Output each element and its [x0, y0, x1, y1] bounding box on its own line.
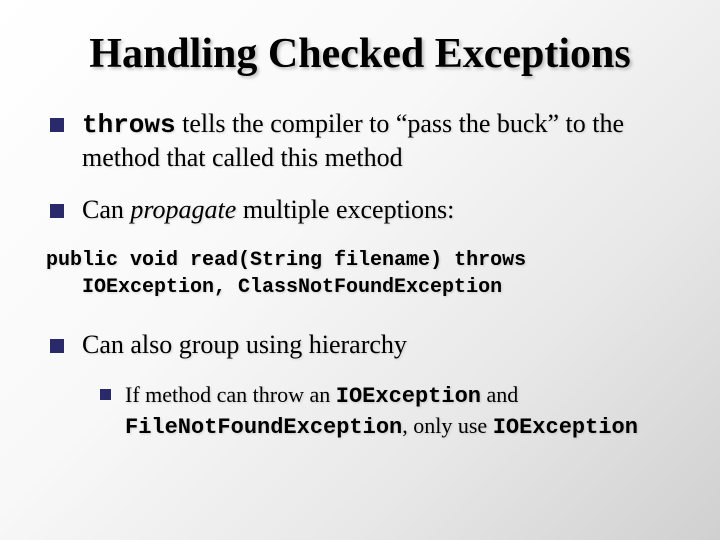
bullet-2: Can propagate multiple exceptions:	[50, 194, 680, 227]
slide: Handling Checked Exceptions throws tells…	[0, 0, 720, 540]
square-bullet-icon	[50, 204, 64, 218]
square-bullet-icon	[100, 389, 111, 400]
bullet-3: Can also group using hierarchy	[50, 329, 680, 362]
square-bullet-icon	[50, 118, 64, 132]
bullet-1: throws tells the compiler to “pass the b…	[50, 108, 680, 174]
bullet-2-em: propagate	[130, 195, 236, 224]
sub-mid: and	[481, 382, 518, 407]
sub-code-2: FileNotFoundException	[125, 415, 402, 440]
sub-pre: If method can throw an	[125, 382, 336, 407]
code-throws: throws	[82, 110, 176, 140]
code-block: public void read(String filename) throws…	[46, 247, 680, 301]
bullet-2-text: Can propagate multiple exceptions:	[82, 194, 454, 227]
sub-bullet-1-text: If method can throw an IOException and F…	[125, 381, 680, 442]
bullet-2-pre: Can	[82, 195, 130, 224]
bullet-3-text: Can also group using hierarchy	[82, 329, 407, 362]
sub-mid2: , only use	[402, 413, 492, 438]
bullet-1-text: throws tells the compiler to “pass the b…	[82, 108, 680, 174]
slide-title: Handling Checked Exceptions	[40, 30, 680, 78]
bullet-2-post: multiple exceptions:	[236, 195, 454, 224]
sub-code-1: IOException	[336, 384, 481, 409]
square-bullet-icon	[50, 339, 64, 353]
sub-bullet-1: If method can throw an IOException and F…	[100, 381, 680, 442]
sub-code-3: IOException	[493, 415, 638, 440]
